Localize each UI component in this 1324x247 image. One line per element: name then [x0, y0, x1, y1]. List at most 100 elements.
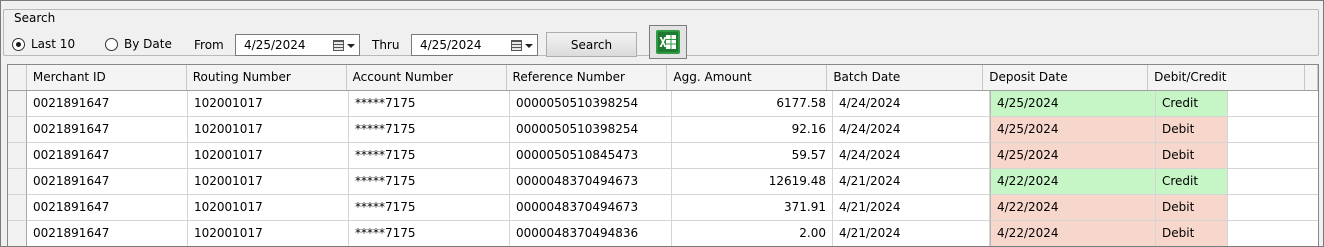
search-button-label: Search: [570, 37, 613, 52]
merchant-id-cell[interactable]: 0021891647: [27, 221, 188, 246]
routing-number-cell[interactable]: 102001017: [188, 117, 349, 143]
grid-header-row: Merchant ID Routing Number Account Numbe…: [8, 65, 1318, 91]
deposit-date-cell[interactable]: 4/22/2024: [990, 195, 1156, 221]
column-header-reference-number[interactable]: Reference Number: [507, 65, 668, 90]
deposit-date-cell[interactable]: 4/22/2024: [990, 169, 1156, 195]
row-selector[interactable]: [8, 169, 27, 195]
header-filler: [1305, 65, 1318, 90]
column-header-batch-date[interactable]: Batch Date: [827, 65, 984, 90]
row-selector-header: [8, 65, 27, 90]
reference-number-cell[interactable]: 0000050510845473: [510, 143, 672, 169]
calendar-icon[interactable]: [511, 39, 533, 52]
row-filler: [1228, 91, 1318, 117]
row-selector[interactable]: [8, 195, 27, 221]
reference-number-cell[interactable]: 0000050510398254: [510, 117, 672, 143]
reference-number-cell[interactable]: 0000048370494673: [510, 169, 672, 195]
merchant-id-cell[interactable]: 0021891647: [27, 169, 188, 195]
account-number-cell[interactable]: *****7175: [349, 117, 510, 143]
merchant-id-cell[interactable]: 0021891647: [27, 117, 188, 143]
row-filler: [1228, 169, 1318, 195]
column-header-account-number[interactable]: Account Number: [347, 65, 507, 90]
routing-number-cell[interactable]: 102001017: [188, 91, 349, 117]
from-date-value[interactable]: 4/25/2024: [244, 37, 306, 53]
account-number-cell[interactable]: *****7175: [349, 169, 510, 195]
merchant-id-cell[interactable]: 0021891647: [27, 143, 188, 169]
row-filler: [1228, 117, 1318, 143]
deposits-grid[interactable]: Merchant ID Routing Number Account Numbe…: [7, 64, 1319, 246]
row-selector[interactable]: [8, 117, 27, 143]
column-header-routing-number[interactable]: Routing Number: [187, 65, 347, 90]
radio-by-date[interactable]: By Date: [105, 35, 172, 53]
debit-credit-cell[interactable]: Debit: [1156, 195, 1228, 221]
deposit-date-cell[interactable]: 4/25/2024: [990, 143, 1156, 169]
search-button[interactable]: Search: [546, 32, 637, 57]
merchant-id-cell[interactable]: 0021891647: [27, 195, 188, 221]
account-number-cell[interactable]: *****7175: [349, 195, 510, 221]
radio-last-10-dot[interactable]: [12, 37, 25, 51]
debit-credit-cell[interactable]: Debit: [1156, 143, 1228, 169]
excel-export-button[interactable]: [649, 25, 687, 59]
agg-amount-cell[interactable]: 371.91: [672, 195, 833, 221]
agg-amount-cell[interactable]: 92.16: [672, 117, 833, 143]
agg-amount-cell[interactable]: 12619.48: [672, 169, 833, 195]
row-filler: [1228, 195, 1318, 221]
deposit-date-cell[interactable]: 4/22/2024: [990, 221, 1156, 246]
table-row[interactable]: 0021891647 102001017 *****7175 000004837049…: [8, 195, 1318, 221]
column-header-merchant-id[interactable]: Merchant ID: [27, 65, 187, 90]
thru-label: Thru: [372, 38, 400, 52]
reference-number-cell[interactable]: 0000050510398254: [510, 91, 672, 117]
calendar-icon[interactable]: [333, 39, 355, 52]
reference-number-cell[interactable]: 0000048370494673: [510, 195, 672, 221]
agg-amount-cell[interactable]: 6177.58: [672, 91, 833, 117]
thru-date-picker[interactable]: 4/25/2024: [411, 34, 538, 56]
batch-date-cell[interactable]: 4/21/2024: [833, 195, 990, 221]
table-row[interactable]: 0021891647 102001017 *****7175 000005051084…: [8, 143, 1318, 169]
deposit-search-window: Search Last 10 By Date From 4/25/2024 Th…: [0, 0, 1324, 247]
radio-by-date-dot[interactable]: [105, 37, 118, 51]
from-date-picker[interactable]: 4/25/2024: [235, 34, 360, 56]
excel-icon: [656, 30, 680, 54]
search-legend: Search: [12, 10, 58, 26]
column-header-debit-credit[interactable]: Debit/Credit: [1148, 65, 1305, 90]
batch-date-cell[interactable]: 4/24/2024: [833, 117, 990, 143]
table-row[interactable]: 0021891647 102001017 *****7175 000005051039…: [8, 91, 1318, 117]
account-number-cell[interactable]: *****7175: [349, 91, 510, 117]
from-label: From: [194, 38, 224, 52]
row-selector[interactable]: [8, 91, 27, 117]
debit-credit-cell[interactable]: Credit: [1156, 91, 1228, 117]
reference-number-cell[interactable]: 0000048370494836: [510, 221, 672, 246]
account-number-cell[interactable]: *****7175: [349, 143, 510, 169]
debit-credit-cell[interactable]: Debit: [1156, 117, 1228, 143]
routing-number-cell[interactable]: 102001017: [188, 195, 349, 221]
deposit-date-cell[interactable]: 4/25/2024: [990, 117, 1156, 143]
radio-last-10[interactable]: Last 10: [12, 35, 75, 53]
search-groupbox: Search Last 10 By Date From 4/25/2024 Th…: [3, 9, 1319, 59]
table-row[interactable]: 0021891647 102001017 *****7175 000004837049…: [8, 169, 1318, 195]
batch-date-cell[interactable]: 4/21/2024: [833, 221, 990, 246]
radio-last-10-label: Last 10: [31, 37, 76, 51]
column-header-deposit-date[interactable]: Deposit Date: [983, 65, 1149, 90]
table-row[interactable]: 0021891647 102001017 *****7175 000005051039…: [8, 117, 1318, 143]
agg-amount-cell[interactable]: 2.00: [672, 221, 833, 246]
account-number-cell[interactable]: *****7175: [349, 221, 510, 246]
batch-date-cell[interactable]: 4/21/2024: [833, 169, 990, 195]
agg-amount-cell[interactable]: 59.57: [672, 143, 833, 169]
row-selector[interactable]: [8, 143, 27, 169]
debit-credit-cell[interactable]: Credit: [1156, 169, 1228, 195]
row-filler: [1228, 143, 1318, 169]
deposit-date-cell[interactable]: 4/25/2024: [990, 91, 1156, 117]
radio-by-date-label: By Date: [124, 37, 172, 51]
batch-date-cell[interactable]: 4/24/2024: [833, 143, 990, 169]
routing-number-cell[interactable]: 102001017: [188, 169, 349, 195]
routing-number-cell[interactable]: 102001017: [188, 143, 349, 169]
merchant-id-cell[interactable]: 0021891647: [27, 91, 188, 117]
thru-date-value[interactable]: 4/25/2024: [420, 37, 482, 53]
batch-date-cell[interactable]: 4/24/2024: [833, 91, 990, 117]
row-selector[interactable]: [8, 221, 27, 246]
table-row[interactable]: 0021891647 102001017 *****7175 000004837049…: [8, 221, 1318, 246]
grid-body: 0021891647 102001017 *****7175 000005051039…: [8, 91, 1318, 246]
debit-credit-cell[interactable]: Debit: [1156, 221, 1228, 246]
routing-number-cell[interactable]: 102001017: [188, 221, 349, 246]
column-header-agg-amount[interactable]: Agg. Amount: [667, 65, 828, 90]
row-filler: [1228, 221, 1318, 246]
